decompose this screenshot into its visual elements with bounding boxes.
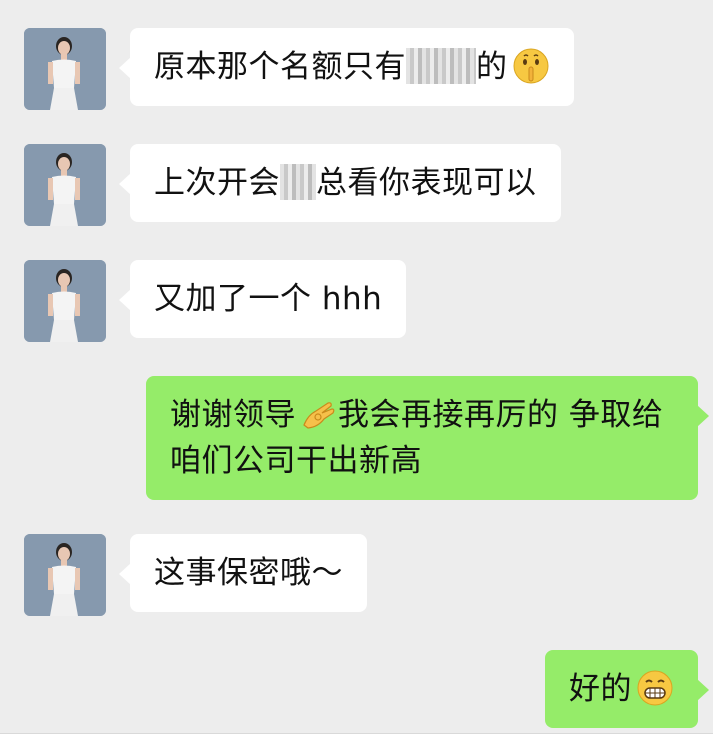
message-bubble-3[interactable]: 又加了一个 hhh — [118, 260, 407, 338]
woman-photo-icon — [24, 144, 106, 226]
message-text: 的 — [476, 49, 508, 85]
ok-hand-icon — [303, 401, 335, 429]
contact-avatar[interactable] — [24, 28, 106, 110]
contact-avatar[interactable] — [24, 260, 106, 342]
woman-photo-icon — [24, 28, 106, 110]
message-text: 这事保密哦～ — [154, 555, 343, 591]
contact-avatar[interactable] — [24, 534, 106, 616]
message-text: 好的 — [569, 671, 632, 707]
message-bubble-1[interactable]: 原本那个名额只有 的 — [119, 28, 574, 106]
message-bubble-5[interactable]: 这事保密哦～ — [119, 534, 367, 612]
message-text: 原本那个名额只有 — [154, 49, 406, 85]
contact-avatar[interactable] — [24, 144, 106, 226]
message-text: 上次开会 — [154, 165, 280, 201]
woman-photo-icon — [24, 534, 106, 616]
redaction-mosaic — [406, 47, 476, 84]
message-text: 谢谢领导 — [170, 397, 296, 433]
message-text: 总看你表现可以 — [316, 165, 537, 201]
message-bubble-2[interactable]: 上次开会 总看你表现可以 — [119, 144, 561, 222]
woman-photo-icon — [24, 260, 106, 342]
message-text: 又加了一个 hhh — [154, 281, 383, 317]
grinning-face-icon — [637, 670, 673, 705]
redaction-mosaic — [280, 163, 316, 200]
message-bubble-6[interactable]: 好的 — [545, 650, 709, 728]
message-bubble-4[interactable]: 谢谢领导 我会再接再厉的 争取给咱们公司干出新高 — [146, 376, 709, 500]
shushing-face-icon — [513, 48, 548, 83]
